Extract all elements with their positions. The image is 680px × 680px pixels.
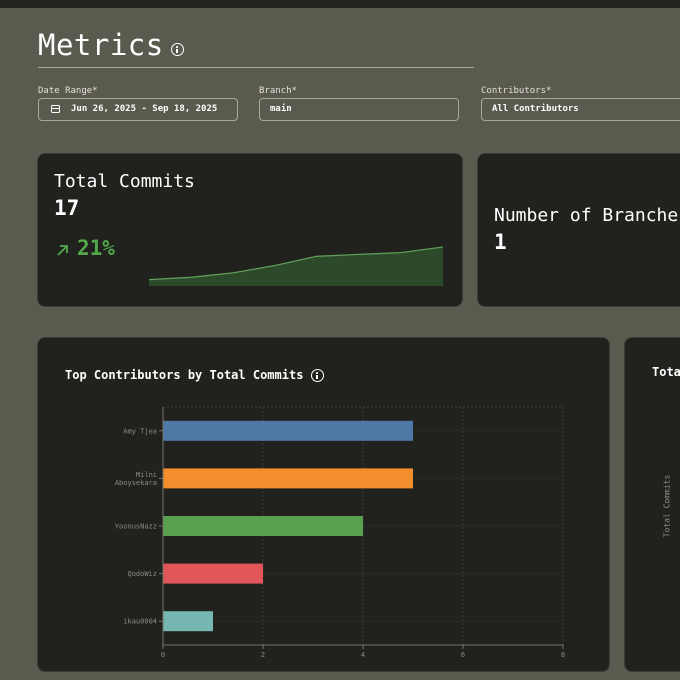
branch-value: main: [270, 104, 292, 114]
y-tick-label: Milni: [136, 471, 157, 479]
branch-select[interactable]: main: [259, 98, 459, 121]
calendar-icon: [51, 105, 60, 113]
total-commits-label: Total Commits: [54, 171, 195, 192]
info-icon[interactable]: [311, 369, 324, 382]
x-tick-label: 2: [261, 651, 265, 659]
branches-value: 1: [494, 230, 507, 254]
total-commits-trend: 21%: [77, 236, 115, 260]
y-tick-label: ikau0004: [123, 618, 157, 626]
second-chart-title: Tota: [652, 365, 680, 379]
date-range-picker[interactable]: Jun 26, 2025 - Sep 18, 2025: [38, 98, 238, 121]
top-contributors-chart: 0 2 4 6 8 Amy Tjea MilniAboysekara YoonusNazz Qo…: [115, 406, 565, 659]
branches-card: [477, 153, 680, 307]
contributors-label: Contributors*: [481, 86, 552, 96]
y-tick-label: YoonusNazz: [115, 523, 157, 531]
branches-label: Number of Branches: [494, 205, 680, 226]
x-tick-label: 4: [361, 651, 365, 659]
second-chart-y-label: Total Commits: [662, 474, 672, 538]
top-contributors-title: Top Contributors by Total Commits: [65, 368, 304, 382]
bar: [163, 468, 413, 489]
contributors-select[interactable]: All Contributors: [481, 98, 680, 121]
bar: [163, 420, 413, 441]
x-tick-label: 0: [161, 651, 165, 659]
bar: [163, 516, 363, 536]
contributors-value: All Contributors: [492, 104, 579, 114]
total-commits-value: 17: [54, 196, 80, 220]
info-icon[interactable]: [171, 43, 184, 56]
second-chart-card: [624, 337, 680, 672]
branch-label: Branch*: [259, 86, 297, 96]
page-title: Metrics: [38, 28, 164, 62]
date-range-value: Jun 26, 2025 - Sep 18, 2025: [71, 104, 218, 114]
date-range-label: Date Range*: [38, 86, 98, 96]
commits-sparkline: [149, 246, 443, 286]
bar: [163, 563, 263, 584]
bar: [163, 611, 213, 632]
x-tick-label: 8: [561, 651, 565, 659]
x-tick-label: 6: [461, 651, 465, 659]
y-tick-label: Amy Tjea: [123, 427, 157, 435]
top-bar: [0, 0, 680, 8]
y-tick-label: Aboysekara: [115, 479, 157, 487]
trend-up-icon: [57, 245, 68, 256]
page-header: Metrics: [38, 28, 474, 68]
y-tick-label: QodoWiz: [127, 570, 157, 578]
